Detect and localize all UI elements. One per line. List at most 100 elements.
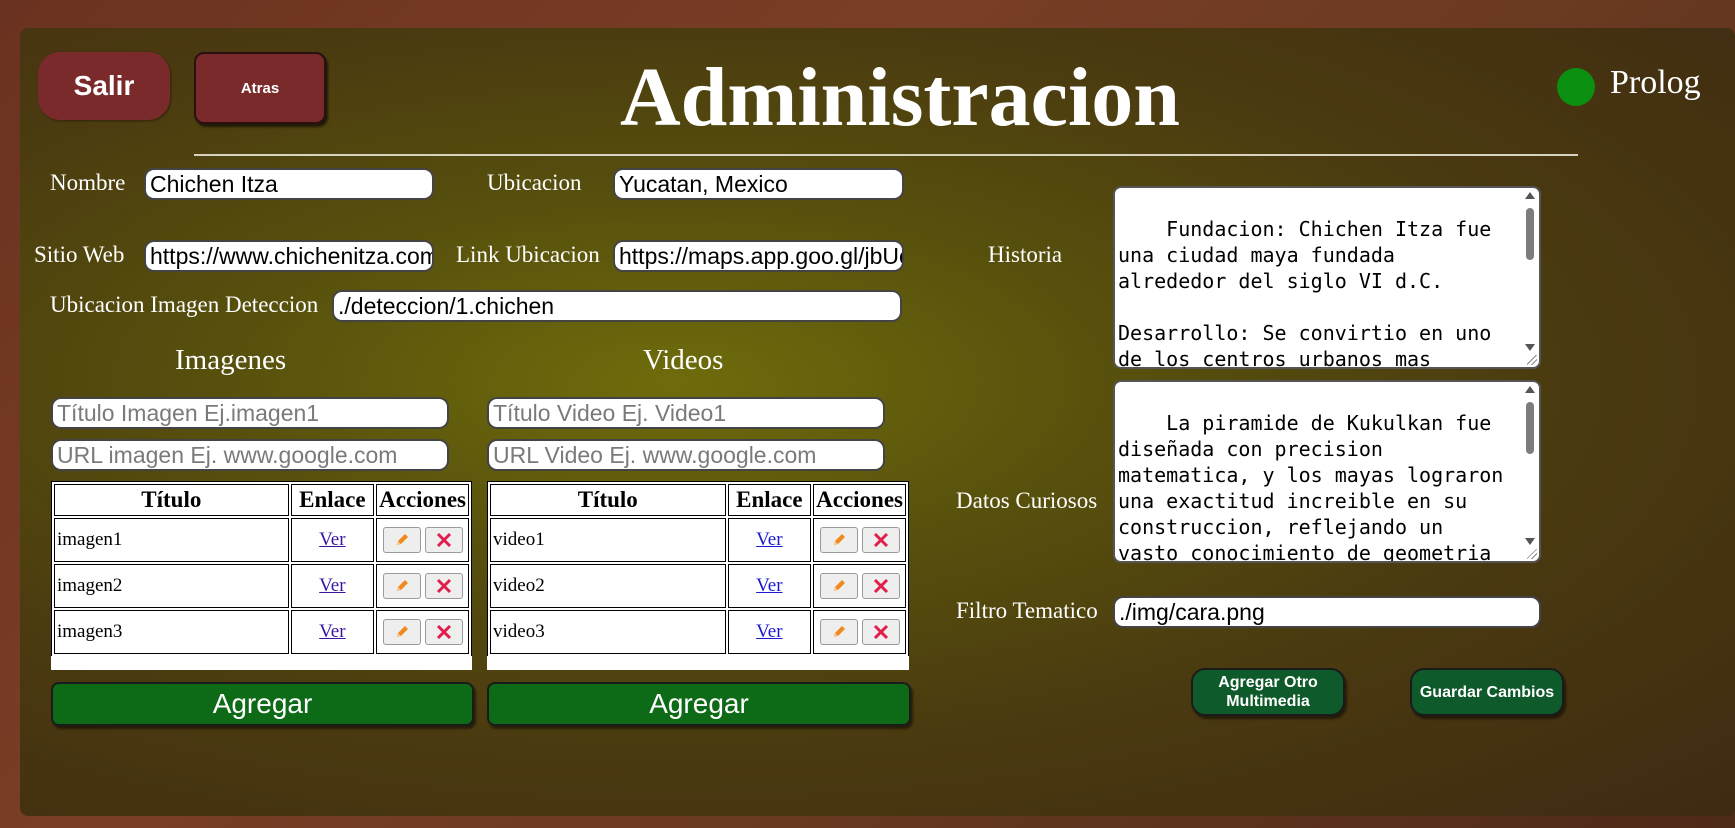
column-header-enlace: Enlace <box>290 484 375 516</box>
scroll-up-arrow-icon[interactable] <box>1525 386 1535 393</box>
imagen-deteccion-input[interactable]: ./deteccion/1.chichen <box>332 290 902 322</box>
delete-button[interactable] <box>424 619 463 645</box>
row-link-cell: Ver <box>290 610 375 654</box>
datos-curiosos-textarea[interactable]: La piramide de Kukulkan fue diseñada con… <box>1113 380 1541 563</box>
edit-button[interactable] <box>382 573 421 599</box>
imagenes-table-wrapper: Título Enlace Acciones imagen1 Ver image… <box>51 481 472 670</box>
resize-grip-icon[interactable] <box>1527 549 1537 559</box>
table-row: imagen3 Ver <box>54 610 469 654</box>
row-title: video3 <box>490 610 726 654</box>
scroll-down-arrow-icon[interactable] <box>1525 538 1535 545</box>
pencil-icon <box>396 534 408 545</box>
view-link[interactable]: Ver <box>756 529 782 550</box>
column-header-titulo: Título <box>54 484 289 516</box>
row-actions <box>376 518 469 562</box>
edit-button[interactable] <box>382 619 421 645</box>
imagen-title-input[interactable]: Título Imagen Ej.imagen1 <box>51 397 449 429</box>
edit-button[interactable] <box>819 619 858 645</box>
historia-text: Fundacion: Chichen Itza fue una ciudad m… <box>1118 217 1492 369</box>
historia-label: Historia <box>988 242 1063 267</box>
edit-button[interactable] <box>819 573 858 599</box>
imagenes-title: Imagenes <box>175 344 287 376</box>
row-title: imagen1 <box>54 518 289 562</box>
scroll-thumb[interactable] <box>1526 208 1534 260</box>
row-title: video2 <box>490 564 726 608</box>
exit-button[interactable]: Salir <box>38 52 170 120</box>
delete-button[interactable] <box>861 573 900 599</box>
scroll-thumb[interactable] <box>1526 402 1534 454</box>
row-title: video1 <box>490 518 726 562</box>
table-row: video1 Ver <box>490 518 906 562</box>
delete-button[interactable] <box>861 619 900 645</box>
imagen-url-input[interactable]: URL imagen Ej. www.google.com <box>51 439 449 471</box>
pencil-icon <box>833 626 845 637</box>
back-button[interactable]: Atras <box>194 52 326 124</box>
close-icon <box>873 578 888 594</box>
pencil-icon <box>833 580 845 591</box>
videos-table: Título Enlace Acciones video1 Ver video2… <box>487 481 909 657</box>
edit-button[interactable] <box>382 527 421 553</box>
admin-panel: Salir Atras Administracion Prolog Nombre… <box>20 28 1735 816</box>
scroll-up-arrow-icon[interactable] <box>1525 192 1535 199</box>
nombre-label: Nombre <box>50 170 126 195</box>
table-header-row: Título Enlace Acciones <box>54 484 469 516</box>
video-title-input[interactable]: Título Video Ej. Video1 <box>487 397 885 429</box>
close-icon <box>873 624 888 640</box>
ubicacion-label: Ubicacion <box>487 170 582 195</box>
datos-curiosos-scrollbar[interactable] <box>1523 384 1537 547</box>
page-title: Administracion <box>619 51 1181 144</box>
status-label: Prolog <box>1610 64 1701 101</box>
column-header-acciones: Acciones <box>813 484 906 516</box>
view-link[interactable]: Ver <box>319 621 345 642</box>
imagen-deteccion-label: Ubicacion Imagen Deteccion <box>50 292 319 317</box>
video-url-input[interactable]: URL Video Ej. www.google.com <box>487 439 885 471</box>
sitio-web-label: Sitio Web <box>34 242 125 267</box>
close-icon <box>436 532 451 548</box>
row-actions <box>813 564 906 608</box>
ubicacion-input[interactable]: Yucatan, Mexico <box>613 168 904 200</box>
link-ubicacion-input[interactable]: https://maps.app.goo.gl/jbUc <box>613 240 904 272</box>
close-icon <box>436 578 451 594</box>
row-actions <box>813 610 906 654</box>
view-link[interactable]: Ver <box>756 621 782 642</box>
filtro-tematico-input[interactable]: ./img/cara.png <box>1113 596 1541 628</box>
sitio-web-input[interactable]: https://www.chichenitza.com <box>144 240 434 272</box>
view-link[interactable]: Ver <box>319 575 345 596</box>
add-multimedia-button[interactable]: Agregar Otro Multimedia <box>1191 668 1345 716</box>
row-link-cell: Ver <box>290 518 375 562</box>
row-actions <box>813 518 906 562</box>
delete-button[interactable] <box>424 527 463 553</box>
edit-button[interactable] <box>819 527 858 553</box>
pencil-icon <box>396 580 408 591</box>
column-header-enlace: Enlace <box>727 484 812 516</box>
resize-grip-icon[interactable] <box>1527 355 1537 365</box>
delete-button[interactable] <box>861 527 900 553</box>
videos-title: Videos <box>643 344 724 376</box>
add-video-button[interactable]: Agregar <box>487 682 911 726</box>
column-header-titulo: Título <box>490 484 726 516</box>
link-ubicacion-label: Link Ubicacion <box>456 242 600 267</box>
row-link-cell: Ver <box>290 564 375 608</box>
videos-table-wrapper: Título Enlace Acciones video1 Ver video2… <box>487 481 909 670</box>
table-row: imagen1 Ver <box>54 518 469 562</box>
row-actions <box>376 564 469 608</box>
pencil-icon <box>833 534 845 545</box>
table-footer-space <box>51 656 472 670</box>
nombre-input[interactable]: Chichen Itza <box>144 168 434 200</box>
pencil-icon <box>396 626 408 637</box>
row-actions <box>376 610 469 654</box>
historia-textarea[interactable]: Fundacion: Chichen Itza fue una ciudad m… <box>1113 186 1541 369</box>
row-link-cell: Ver <box>727 518 812 562</box>
delete-button[interactable] <box>424 573 463 599</box>
view-link[interactable]: Ver <box>319 529 345 550</box>
save-changes-button[interactable]: Guardar Cambios <box>1410 668 1564 716</box>
historia-scrollbar[interactable] <box>1523 190 1537 353</box>
filtro-tematico-label: Filtro Tematico <box>956 598 1098 623</box>
row-link-cell: Ver <box>727 610 812 654</box>
header-divider <box>194 154 1578 156</box>
close-icon <box>436 624 451 640</box>
view-link[interactable]: Ver <box>756 575 782 596</box>
add-imagen-button[interactable]: Agregar <box>51 682 474 726</box>
row-title: imagen2 <box>54 564 289 608</box>
scroll-down-arrow-icon[interactable] <box>1525 344 1535 351</box>
